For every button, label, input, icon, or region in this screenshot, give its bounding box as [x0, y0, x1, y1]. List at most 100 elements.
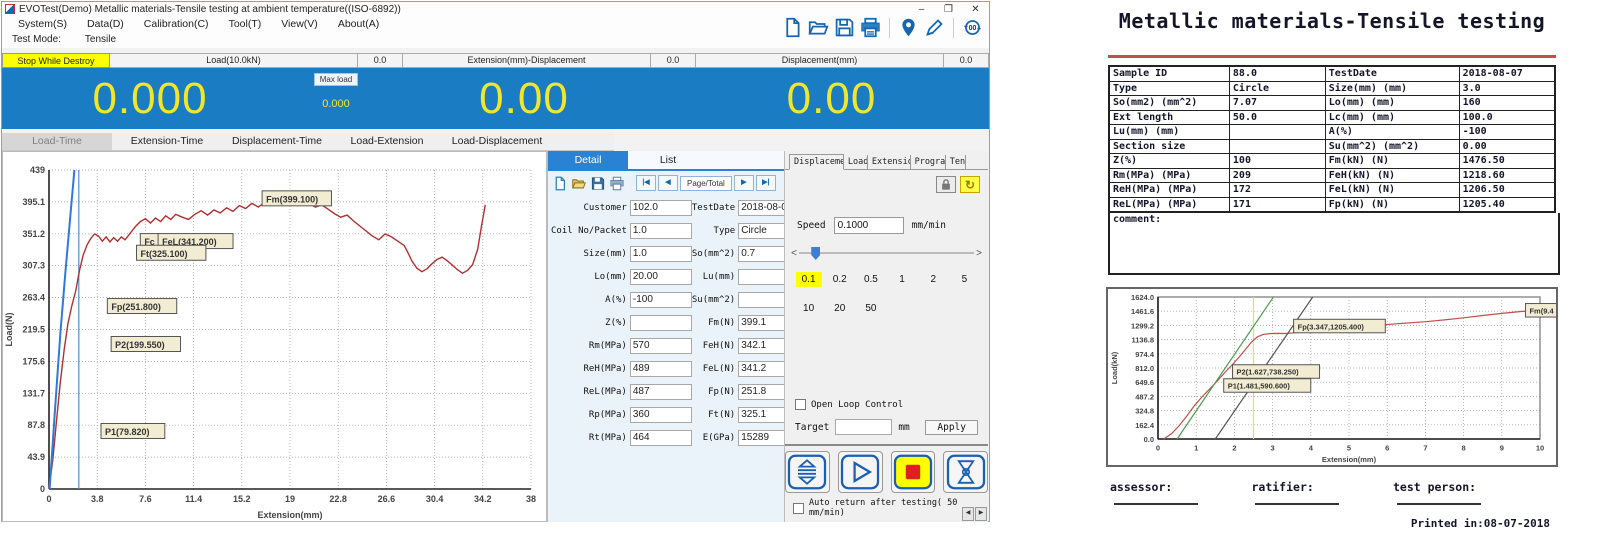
cell-value-1 [1229, 125, 1325, 140]
field-input[interactable]: 489 [630, 361, 692, 377]
cell-value-2: -100 [1459, 125, 1555, 140]
slider-right-arrow-icon[interactable]: > [974, 248, 984, 259]
open-loop-checkbox[interactable] [795, 399, 806, 410]
apply-button[interactable]: Apply [925, 420, 978, 435]
probe-position-icon[interactable] [898, 17, 919, 38]
svg-text:1299.2: 1299.2 [1131, 321, 1154, 330]
speed-preset[interactable]: 5 [951, 272, 977, 287]
live-display-band: 0.000 Max load 0.000 0.00 0.00 [2, 68, 989, 129]
field-input[interactable]: 1.0 [630, 223, 692, 239]
jog-button[interactable] [785, 451, 830, 493]
speed-preset[interactable]: 10 [796, 301, 822, 316]
start-test-button[interactable] [838, 451, 883, 493]
return-button[interactable] [943, 451, 988, 493]
svg-text:324.8: 324.8 [1135, 407, 1154, 416]
open-record-icon[interactable] [571, 176, 587, 191]
svg-text:P1(79.820): P1(79.820) [105, 427, 150, 437]
control-tab[interactable]: Load [844, 155, 868, 169]
field-input[interactable]: 570 [630, 338, 692, 354]
control-tab[interactable]: Ten [946, 155, 966, 169]
stop-test-button[interactable] [891, 451, 936, 493]
svg-text:2: 2 [1232, 444, 1236, 453]
field-input[interactable]: 487 [630, 384, 692, 400]
speed-input[interactable]: 0.1000 [834, 217, 904, 234]
menu-item[interactable]: View(V) [271, 18, 328, 30]
field-label: Fp(N) [692, 387, 738, 397]
cell-label-2: Lo(mm) (mm) [1325, 96, 1459, 111]
control-tab[interactable]: Program [911, 155, 946, 169]
curve-tab[interactable]: Displacement-Time [222, 133, 332, 150]
cell-value-2: 1476.50 [1459, 154, 1555, 169]
save-record-icon[interactable] [590, 176, 606, 191]
detail-tab[interactable]: Detail [548, 151, 628, 169]
speed-preset[interactable]: 0.1 [796, 272, 822, 287]
new-file-icon[interactable] [782, 17, 803, 38]
menu-item[interactable]: Tool(T) [219, 18, 272, 30]
control-tab[interactable]: Extension [868, 155, 911, 169]
slider-thumb[interactable] [811, 247, 820, 260]
svg-text:8: 8 [1462, 444, 1466, 453]
curve-tab[interactable]: Load-Time [2, 133, 112, 150]
slider-track[interactable] [799, 252, 974, 254]
target-input[interactable] [835, 419, 892, 435]
field-input[interactable]: 20.00 [630, 269, 692, 285]
lock-reset-row: ↻ [785, 170, 988, 193]
close-button[interactable]: ✕ [962, 3, 989, 16]
maximize-button[interactable]: ❐ [935, 3, 962, 16]
control-tab[interactable]: Displacement [789, 154, 844, 170]
first-page-button[interactable]: |◀ [636, 175, 656, 191]
svg-text:4: 4 [1309, 444, 1314, 453]
reset-zero-icon[interactable]: 00 [962, 17, 983, 38]
speed-preset[interactable]: 2 [920, 272, 946, 287]
edit-pencil-icon[interactable] [924, 17, 945, 38]
menu-item[interactable]: Calibration(C) [134, 18, 219, 30]
next-page-button[interactable]: ▶ [734, 175, 754, 191]
printed-date: Printed in:08-07-2018 [1114, 517, 1550, 530]
prev-page-button[interactable]: ◀ [658, 175, 678, 191]
detail-tab[interactable]: List [628, 151, 708, 169]
field-input[interactable]: 464 [630, 430, 692, 446]
app-logo-icon [5, 4, 15, 14]
print-icon[interactable] [860, 17, 881, 38]
speed-label: Speed [797, 220, 826, 231]
load-readout: 0.000 [2, 74, 298, 124]
field-input[interactable]: -100 [630, 292, 692, 308]
cell-label-1: Z(%) [1109, 154, 1229, 169]
minimize-button[interactable]: – [908, 3, 935, 16]
field-input[interactable] [630, 315, 692, 331]
save-file-icon[interactable] [834, 17, 855, 38]
lock-button[interactable] [936, 176, 956, 193]
open-file-icon[interactable] [808, 17, 829, 38]
tab-scroll-right-icon[interactable]: ▶ [975, 507, 987, 521]
field-input[interactable]: 360 [630, 407, 692, 423]
speed-preset[interactable]: 20 [827, 301, 853, 316]
svg-text:P2(199.550): P2(199.550) [115, 340, 165, 350]
auto-return-checkbox[interactable] [793, 503, 804, 514]
field-input[interactable]: 1.0 [630, 246, 692, 262]
svg-text:38: 38 [526, 494, 536, 504]
svg-text:19: 19 [285, 494, 295, 504]
speed-preset[interactable]: 50 [858, 301, 884, 316]
menu-item[interactable]: System(S) [8, 18, 77, 30]
menu-item[interactable]: Data(D) [77, 18, 134, 30]
curve-tab[interactable]: Extension-Time [112, 133, 222, 150]
curve-tab[interactable]: Load-Extension [332, 133, 442, 150]
cell-label-1: Ext length [1109, 110, 1229, 125]
speed-preset[interactable]: 1 [889, 272, 915, 287]
menu-item[interactable]: About(A) [328, 18, 389, 30]
open-loop-label: Open Loop Control [811, 400, 903, 410]
max-load-value: 0.000 [322, 98, 350, 110]
curve-tab[interactable]: Load-Displacement [442, 133, 552, 150]
report-chart: 0.0162.4324.8487.2649.6812.0974.41136.81… [1108, 289, 1556, 465]
signature-label: ratifier: [1251, 480, 1313, 494]
speed-preset[interactable]: 0.5 [858, 272, 884, 287]
speed-preset[interactable]: 0.2 [827, 272, 853, 287]
print-record-icon[interactable] [609, 176, 625, 191]
cycle-reset-button[interactable]: ↻ [960, 176, 980, 193]
last-page-button[interactable]: ▶| [756, 175, 776, 191]
signature-line [1397, 494, 1481, 505]
field-input[interactable]: 102.0 [630, 200, 692, 216]
new-record-icon[interactable] [552, 176, 568, 191]
tab-scroll-left-icon[interactable]: ◀ [962, 507, 974, 521]
slider-left-arrow-icon[interactable]: < [789, 248, 799, 259]
